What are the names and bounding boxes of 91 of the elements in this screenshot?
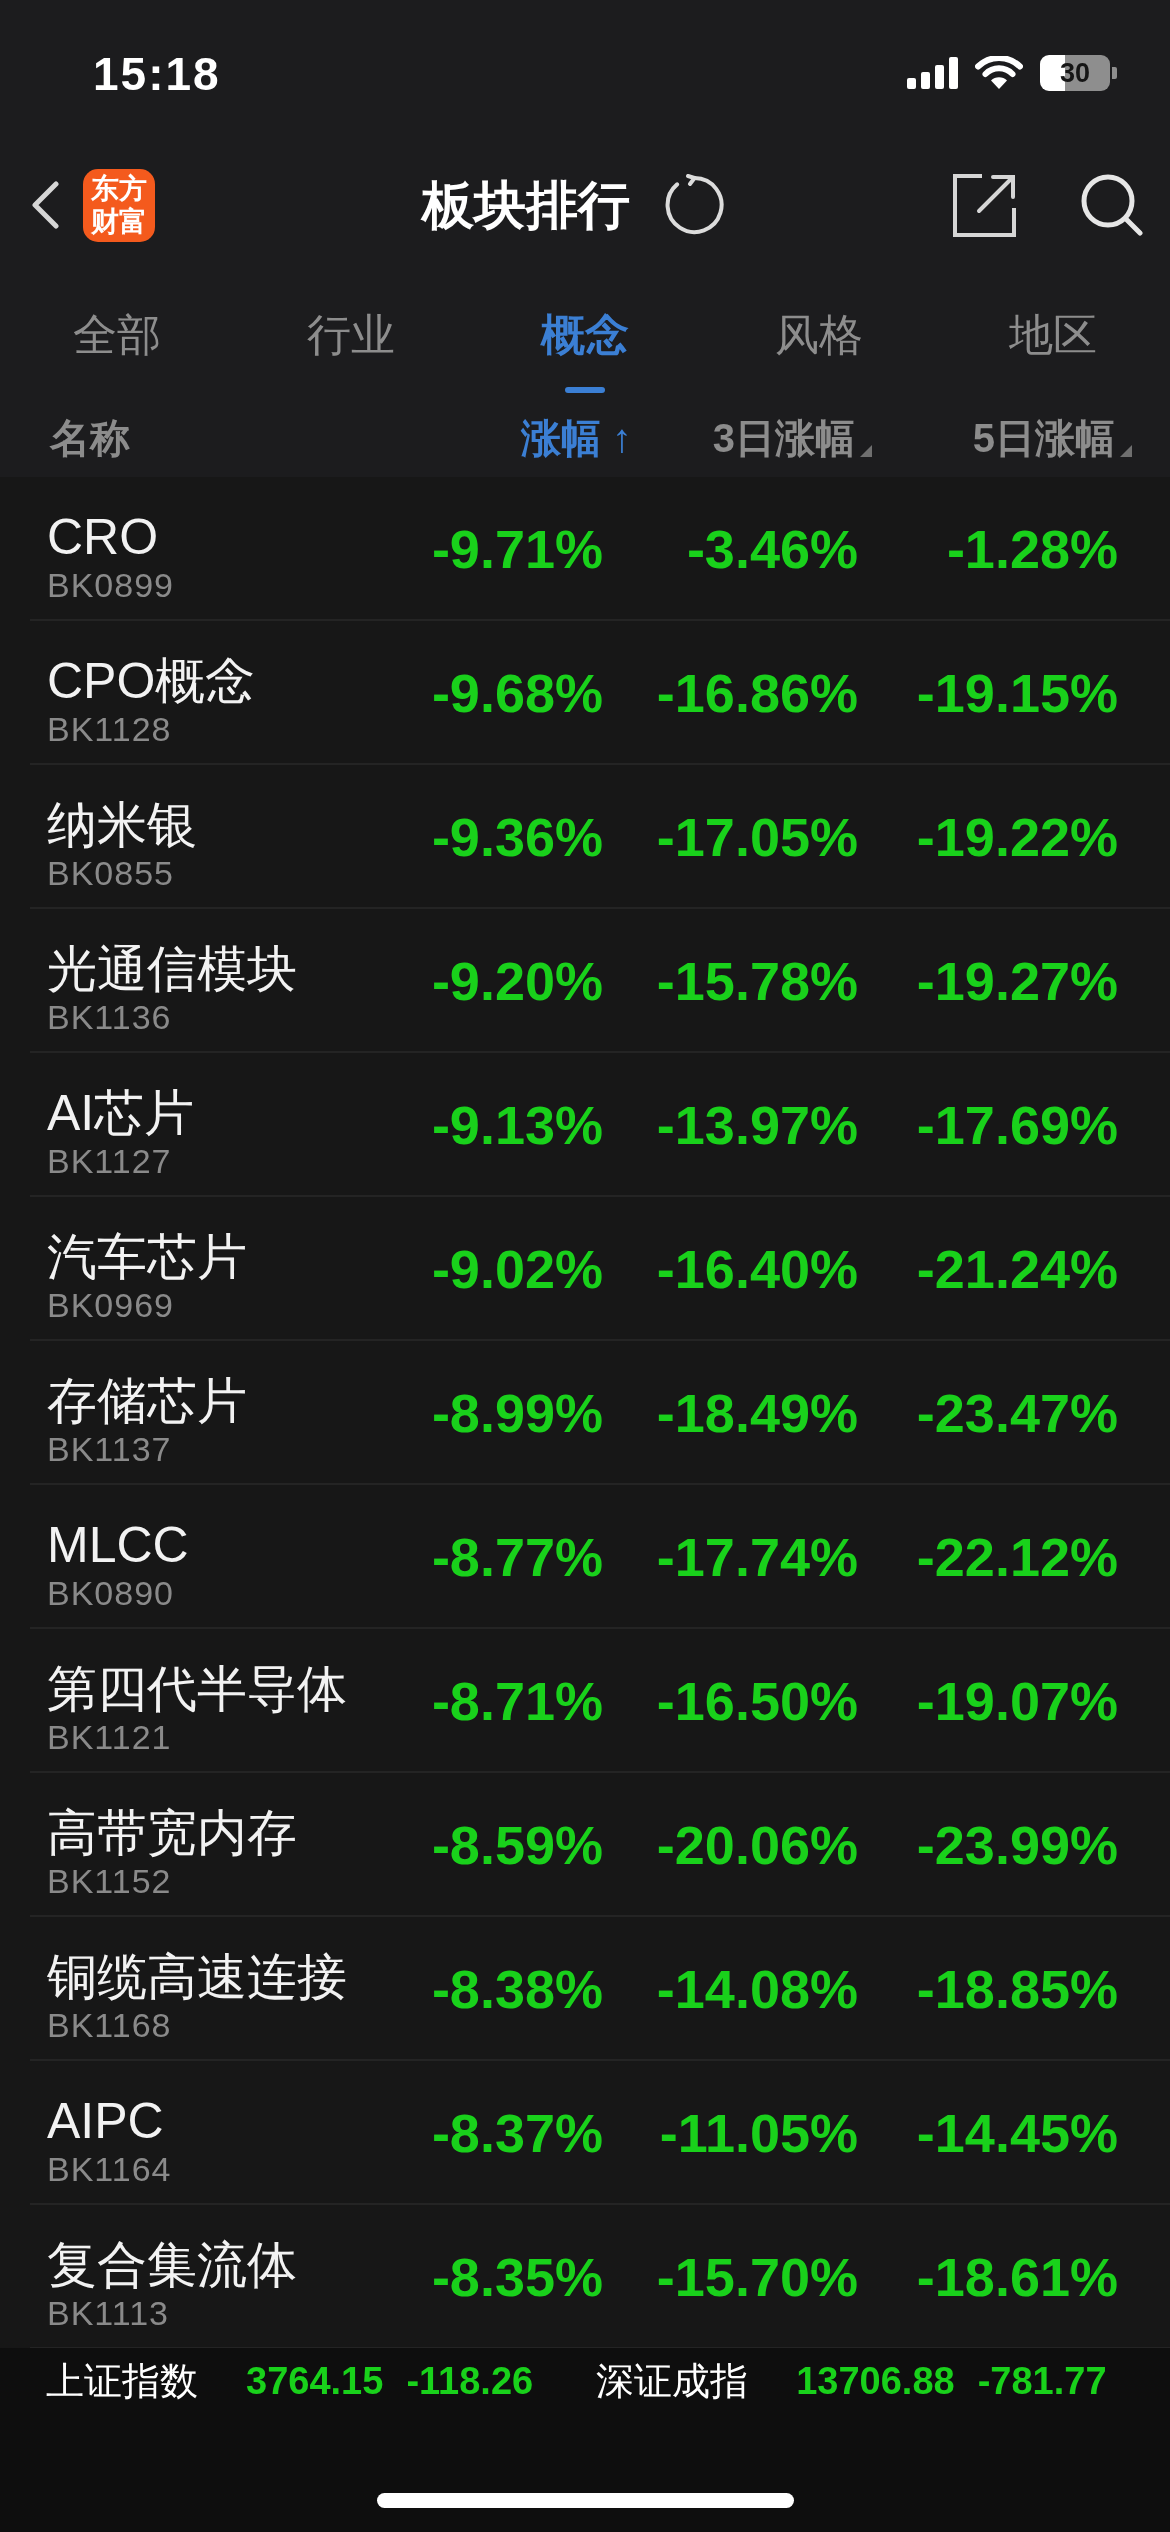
sort-column-header[interactable]: 5日涨幅	[972, 417, 1132, 458]
sector-code: BK0969	[47, 1285, 174, 1325]
category-tab[interactable]: 行业	[234, 264, 468, 394]
sort-column-header[interactable]: 3日涨幅	[712, 417, 872, 458]
percent-change: -16.50%	[656, 1674, 858, 1728]
app-logo[interactable]: 东方 财富	[83, 168, 155, 242]
percent-change: -8.37%	[431, 2106, 603, 2160]
sector-name: 存储芯片	[47, 1373, 247, 1429]
percent-change: -8.59%	[431, 1818, 603, 1872]
percent-change: -11.05%	[659, 2106, 858, 2160]
percent-change: -17.74%	[656, 1530, 858, 1584]
percent-change: -1.28%	[946, 522, 1118, 576]
category-tab[interactable]: 概念	[468, 264, 702, 394]
sector-name: 高带宽内存	[47, 1805, 297, 1861]
sector-code: BK0890	[47, 1573, 174, 1613]
index-change: -118.26	[406, 2359, 534, 2403]
sort-triangle-icon	[1120, 444, 1132, 457]
status-time: 15:18	[93, 51, 221, 97]
sector-name: AIPC	[47, 2093, 164, 2149]
category-tab[interactable]: 风格	[702, 264, 936, 394]
wifi-icon	[975, 56, 1023, 90]
percent-change: -9.20%	[431, 954, 603, 1008]
percent-change: -15.78%	[656, 954, 858, 1008]
percent-change: -16.40%	[656, 1242, 858, 1296]
sector-name: CRO	[47, 509, 159, 565]
signal-icon	[907, 57, 958, 89]
index-name: 上证指数	[46, 2359, 198, 2403]
category-tab[interactable]: 地区	[936, 264, 1170, 394]
percent-change: -14.45%	[916, 2106, 1118, 2160]
sector-name: 复合集流体	[47, 2237, 297, 2293]
percent-change: -9.68%	[431, 666, 603, 720]
sector-code: BK1113	[47, 2293, 169, 2333]
refresh-icon[interactable]	[664, 174, 725, 236]
index-price: 13706.88	[796, 2359, 955, 2403]
sector-code: BK1136	[47, 997, 172, 1037]
percent-change: -19.15%	[916, 666, 1118, 720]
percent-change: -19.27%	[916, 954, 1118, 1008]
search-icon[interactable]	[1081, 174, 1143, 236]
sort-triangle-icon	[860, 444, 872, 457]
percent-change: -18.49%	[656, 1386, 858, 1440]
sector-name: 汽车芯片	[47, 1229, 247, 1285]
percent-change: -9.36%	[431, 810, 603, 864]
percent-change: -9.02%	[431, 1242, 603, 1296]
percent-change: -9.13%	[431, 1098, 603, 1152]
percent-change: -17.69%	[916, 1098, 1118, 1152]
sector-code: BK0899	[47, 565, 174, 605]
percent-change: -18.61%	[916, 2250, 1118, 2304]
percent-change: -9.71%	[431, 522, 603, 576]
sector-name: CPO概念	[47, 653, 256, 709]
percent-change: -19.22%	[916, 810, 1118, 864]
percent-change: -13.97%	[656, 1098, 858, 1152]
sector-code: BK1127	[47, 1141, 172, 1181]
sector-code: BK1164	[47, 2149, 172, 2189]
sector-name: 第四代半导体	[47, 1661, 347, 1717]
percent-change: -17.05%	[656, 810, 858, 864]
percent-change: -22.12%	[916, 1530, 1118, 1584]
sector-name: 铜缆高速连接	[47, 1949, 347, 2005]
percent-change: -15.70%	[656, 2250, 858, 2304]
index-change: -781.77	[977, 2359, 1107, 2403]
percent-change: -20.06%	[656, 1818, 858, 1872]
percent-change: -21.24%	[916, 1242, 1118, 1296]
index-name: 深证成指	[596, 2359, 749, 2403]
sort-column-header[interactable]: 涨幅 ↑	[520, 417, 632, 458]
sector-code: BK0855	[47, 853, 174, 893]
share-icon[interactable]	[952, 172, 1017, 238]
percent-change: -14.08%	[656, 1962, 858, 2016]
sector-code: BK1137	[47, 1429, 172, 1469]
percent-change: -23.99%	[916, 1818, 1118, 1872]
percent-change: -8.99%	[431, 1386, 603, 1440]
sector-code: BK1168	[47, 2005, 172, 2045]
percent-change: -8.71%	[431, 1674, 603, 1728]
index-price: 3764.15	[246, 2359, 384, 2403]
percent-change: -16.86%	[656, 666, 858, 720]
sector-code: BK1121	[47, 1717, 172, 1757]
percent-change: -8.77%	[431, 1530, 603, 1584]
percent-change: -19.07%	[916, 1674, 1118, 1728]
sector-code: BK1128	[47, 709, 172, 749]
sector-name: 光通信模块	[47, 941, 297, 997]
percent-change: -8.35%	[431, 2250, 603, 2304]
percent-change: -3.46%	[686, 522, 858, 576]
sector-name: AI芯片	[47, 1085, 195, 1141]
back-icon[interactable]	[30, 181, 60, 229]
percent-change: -18.85%	[916, 1962, 1118, 2016]
category-tab[interactable]: 全部	[0, 264, 234, 394]
sector-code: BK1152	[47, 1861, 172, 1901]
name-column-header: 名称	[50, 417, 130, 458]
sector-name: MLCC	[47, 1517, 189, 1573]
percent-change: -8.38%	[431, 1962, 603, 2016]
sector-name: 纳米银	[47, 797, 197, 853]
page-title: 板块排行	[422, 179, 630, 231]
percent-change: -23.47%	[916, 1386, 1118, 1440]
